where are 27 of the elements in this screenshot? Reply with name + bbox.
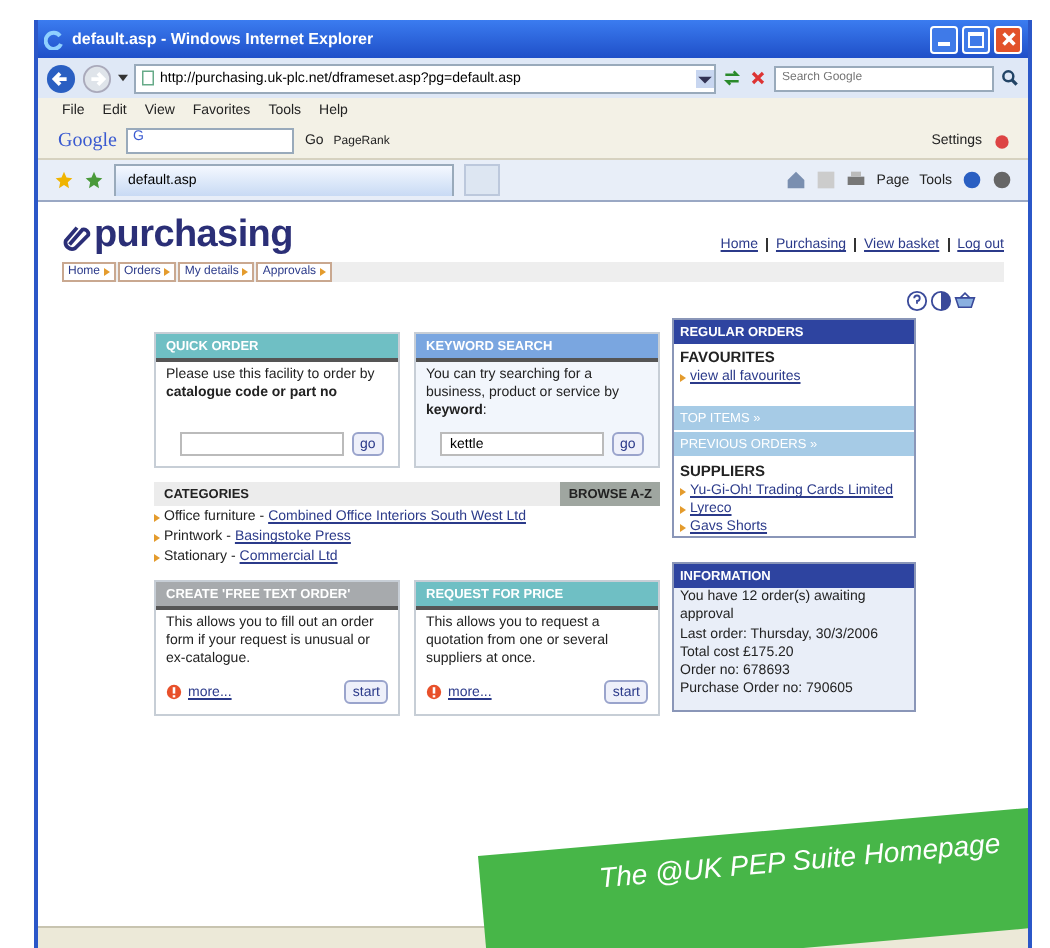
google-logo: Google <box>58 130 117 152</box>
paperclip-icon <box>62 221 92 251</box>
page-icon <box>142 70 154 86</box>
help-icon[interactable] <box>962 170 982 190</box>
info-icon <box>166 684 182 700</box>
browser-logo-icon <box>44 29 64 49</box>
half-circle-icon[interactable] <box>930 289 952 311</box>
maximize-button[interactable] <box>962 25 990 53</box>
search-icon[interactable] <box>1000 68 1020 88</box>
home-icon[interactable] <box>786 170 807 190</box>
logo-text: purchasing <box>94 214 293 258</box>
favorites-star-icon[interactable] <box>54 170 74 190</box>
back-button[interactable] <box>46 63 76 93</box>
add-favorite-icon[interactable] <box>84 170 104 190</box>
dropdown-icon[interactable] <box>118 74 128 82</box>
close-icon <box>999 30 1017 48</box>
stop-icon[interactable] <box>748 68 768 88</box>
print-icon[interactable] <box>846 170 867 190</box>
minimize-button[interactable] <box>930 25 958 53</box>
refresh-icon[interactable] <box>722 68 742 88</box>
dropdown-icon[interactable] <box>696 67 714 89</box>
input-field[interactable] <box>180 432 344 456</box>
window-title: default.asp - Windows Internet Explorer <box>72 30 376 48</box>
basket-icon[interactable] <box>954 289 976 311</box>
info-icon <box>426 684 442 700</box>
close-button[interactable] <box>994 25 1022 53</box>
help-icon[interactable] <box>906 289 928 311</box>
